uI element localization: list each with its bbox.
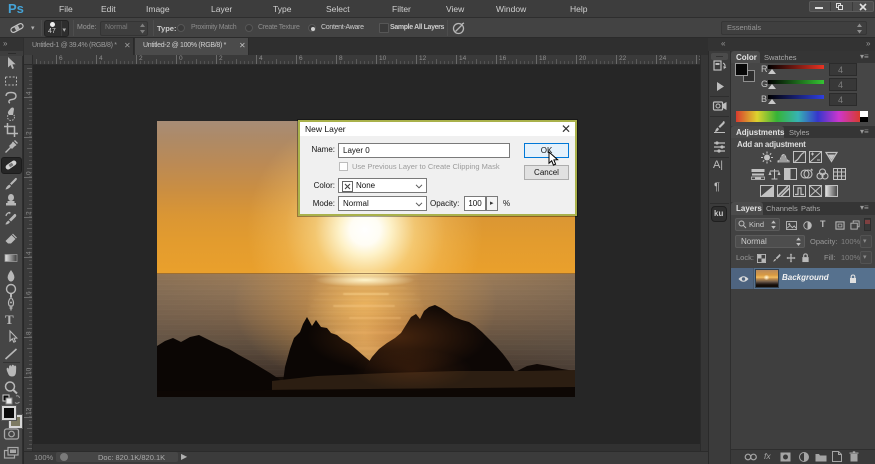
svg-text:4: 4 (26, 251, 33, 255)
svg-text:8: 8 (26, 331, 33, 335)
svg-text:2: 2 (26, 211, 33, 215)
svg-text:0: 0 (26, 171, 33, 175)
svg-text:2: 2 (26, 131, 33, 135)
svg-text:6: 6 (26, 291, 33, 295)
svg-text:4: 4 (26, 91, 33, 95)
svg-text:10: 10 (26, 367, 33, 375)
svg-text:12: 12 (26, 407, 33, 415)
